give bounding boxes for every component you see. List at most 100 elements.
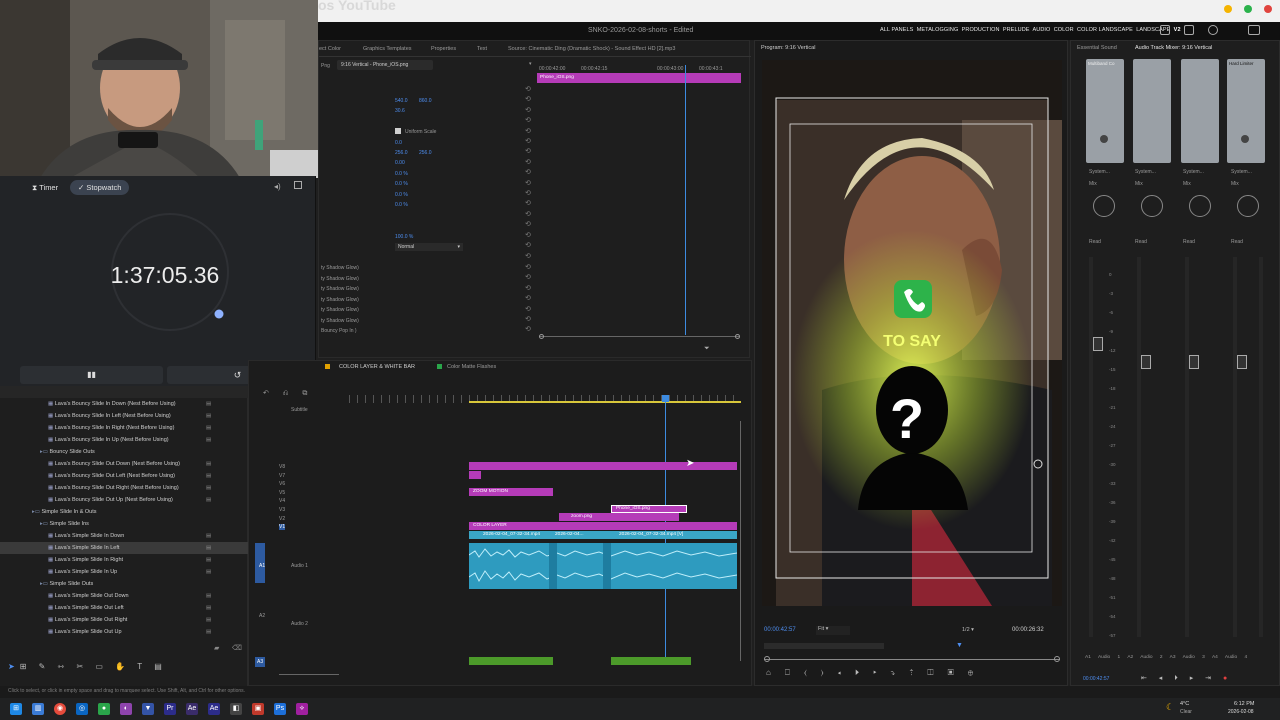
crop-top[interactable]: 0.0 % (395, 181, 408, 187)
mode-select[interactable]: Mix (1135, 181, 1143, 187)
scale-value[interactable]: 30.6 (395, 108, 405, 114)
workspace-tab[interactable]: AUDIO (1033, 27, 1051, 33)
project-item[interactable]: ▦ Lava's Bouncy Slide In Down (Nest Befo… (0, 398, 248, 410)
auto-select[interactable]: Read (1089, 239, 1101, 245)
mode-select[interactable]: Mix (1231, 181, 1239, 187)
clip-color-layer[interactable]: COLOR LAYER (469, 522, 737, 530)
auto-select[interactable]: Read (1135, 239, 1147, 245)
pause-button[interactable]: ▮▮ (20, 366, 163, 384)
effect-row[interactable]: ty Shadow Glow) (321, 286, 359, 292)
record-icon[interactable]: ▣ (252, 703, 264, 715)
clip-audio-3b[interactable] (611, 657, 691, 665)
clip-fx-pink[interactable] (469, 462, 737, 470)
crop-right[interactable]: 0.0 % (395, 192, 408, 198)
project-folder[interactable]: ▸▭ Bouncy Slide Outs (0, 446, 248, 458)
window-icon[interactable] (1248, 25, 1260, 35)
uniform-scale-checkbox[interactable] (395, 128, 401, 134)
fader-handle[interactable] (1141, 355, 1151, 369)
minimize-dot-icon[interactable] (1224, 5, 1232, 13)
output-select[interactable]: System... (1231, 169, 1252, 175)
workspace-tab-active[interactable]: V2 (1174, 27, 1181, 33)
app-icon[interactable]: ● (98, 703, 110, 715)
project-item[interactable]: ▦ Lava's Simple Slide In Up ▤ (0, 566, 248, 578)
tab-text[interactable]: Text (477, 46, 487, 52)
mode-select[interactable]: Mix (1089, 181, 1097, 187)
playhead-handle[interactable] (662, 395, 669, 402)
pan-knob[interactable] (1237, 195, 1259, 217)
resolution-select[interactable]: 1/2 ▾ (962, 627, 974, 633)
stopwatch-tab[interactable]: ✓ Stopwatch (70, 180, 130, 195)
clip-audio-3a[interactable] (469, 657, 553, 665)
flicker-value[interactable]: 0.00 (395, 160, 405, 166)
project-item[interactable]: ▦ Lava's Simple Slide Out Down ▤ (0, 590, 248, 602)
effect-keyframe-toggles[interactable]: ⟲ ⟲ ⟲ ⟲ ⟲ ⟲ ⟲ (525, 263, 531, 336)
effect-row[interactable]: ty Shadow Glow) (321, 265, 359, 271)
photoshop-icon[interactable]: Ps (274, 703, 286, 715)
tab-properties[interactable]: Properties (431, 46, 456, 52)
program-scrubber[interactable] (764, 654, 1060, 664)
clip-video-main[interactable]: 2026-02-04_07-32-34.mp4 2026-02-04... 20… (469, 531, 737, 539)
project-item[interactable]: ▦ Lava's Simple Slide In Left ▤ (0, 542, 248, 554)
mode-select[interactable]: Mix (1183, 181, 1191, 187)
fader-handle[interactable] (1093, 337, 1103, 351)
start-icon[interactable]: ⊞ (10, 703, 22, 715)
workspace-tab[interactable]: PRELUDE (1003, 27, 1030, 33)
pan-knob[interactable] (1093, 195, 1115, 217)
effect-row[interactable]: ty Shadow Glow) (321, 276, 359, 282)
project-item[interactable]: ▦ Lava's Simple Slide Out Left ▤ (0, 602, 248, 614)
app-icon[interactable]: ⟡ (296, 703, 308, 715)
after-effects-icon[interactable]: Ae (186, 703, 198, 715)
tab-essential-sound[interactable]: Essential Sound (1077, 45, 1117, 51)
tab-graphics-templates[interactable]: Graphics Templates (363, 46, 412, 52)
pan-knob[interactable] (1141, 195, 1163, 217)
tab-color-layer[interactable]: COLOR LAYER & WHITE BAR (339, 364, 415, 370)
knob-icon[interactable] (1241, 135, 1249, 143)
fader-handle[interactable] (1237, 355, 1247, 369)
effect-row[interactable]: ty Shadow Glow) (321, 318, 359, 324)
project-folder[interactable]: ▸▭ Simple Slide In & Outs (0, 506, 248, 518)
project-folder[interactable]: ▸▭ Simple Slide Ins (0, 518, 248, 530)
auto-select[interactable]: Read (1231, 239, 1243, 245)
project-folder[interactable]: ▸▭ Simple Slide Outs (0, 578, 248, 590)
timeline-tools[interactable]: ↶ ⎌ ⧉ (263, 389, 313, 398)
project-item[interactable]: ▦ Lava's Bouncy Slide Out Left (Nest Bef… (0, 470, 248, 482)
ec-playhead[interactable] (685, 65, 686, 335)
output-select[interactable]: System... (1135, 169, 1156, 175)
delete-icon[interactable]: ⌫ (232, 644, 242, 652)
clock-date[interactable]: 2026-02-08 (1228, 709, 1254, 715)
timeline-playhead[interactable] (665, 395, 666, 665)
maximize-dot-icon[interactable] (1244, 5, 1252, 13)
close-dot-icon[interactable] (1264, 5, 1272, 13)
project-item[interactable]: ▦ Lava's Bouncy Slide Out Down (Nest Bef… (0, 458, 248, 470)
tools-panel[interactable]: ➤⊞ ✎ ⇿ ✂ ▭ ✋ T ▤ (8, 662, 167, 671)
work-area-bar[interactable] (469, 401, 741, 403)
help-icon[interactable] (1208, 25, 1218, 35)
auto-select[interactable]: Read (1183, 239, 1195, 245)
program-title[interactable]: Program: 9:16 Vertical (761, 45, 815, 51)
pan-knob[interactable] (1189, 195, 1211, 217)
blend-mode-select[interactable]: Normal ▾ (395, 243, 463, 251)
pin-icon[interactable]: ◂) (274, 182, 281, 191)
timeline-vscroll[interactable] (739, 421, 743, 661)
project-item[interactable]: ▦ Lava's Bouncy Slide In Up (Nest Before… (0, 434, 248, 446)
project-item[interactable]: ▦ Lava's Simple Slide In Down ▤ (0, 530, 248, 542)
project-item[interactable]: ▦ Lava's Simple Slide In Right ▤ (0, 554, 248, 566)
rotation-value[interactable]: 0.0 (395, 140, 402, 146)
clip-bar[interactable]: Phone_iOS.png (537, 73, 741, 83)
chrome-icon[interactable]: ◉ (54, 703, 66, 715)
sequence-breadcrumb[interactable]: 9:16 Vertical - Phone_iOS.png (337, 60, 433, 70)
share-icon[interactable] (1160, 25, 1170, 35)
timeline-hscroll[interactable] (279, 673, 339, 677)
audition-icon[interactable]: Ae (208, 703, 220, 715)
crop-left[interactable]: 0.0 % (395, 171, 408, 177)
crop-bottom[interactable]: 0.0 % (395, 202, 408, 208)
project-item[interactable]: ▦ Lava's Bouncy Slide In Right (Nest Bef… (0, 422, 248, 434)
workspace-tab[interactable]: ALL PANELS (880, 27, 913, 33)
edge-icon[interactable]: ◎ (76, 703, 88, 715)
project-item[interactable]: ▦ Lava's Simple Slide Out Up ▤ (0, 626, 248, 638)
project-item[interactable]: ▦ Lava's Bouncy Slide In Left (Nest Befo… (0, 410, 248, 422)
clip-phone[interactable]: Phone_iOS.png (611, 505, 687, 513)
app-icon[interactable]: ◧ (230, 703, 242, 715)
tab-audio-track-mixer[interactable]: Audio Track Mixer: 9:16 Vertical (1135, 45, 1212, 51)
fit-select[interactable]: Fit ▾ (816, 626, 850, 635)
